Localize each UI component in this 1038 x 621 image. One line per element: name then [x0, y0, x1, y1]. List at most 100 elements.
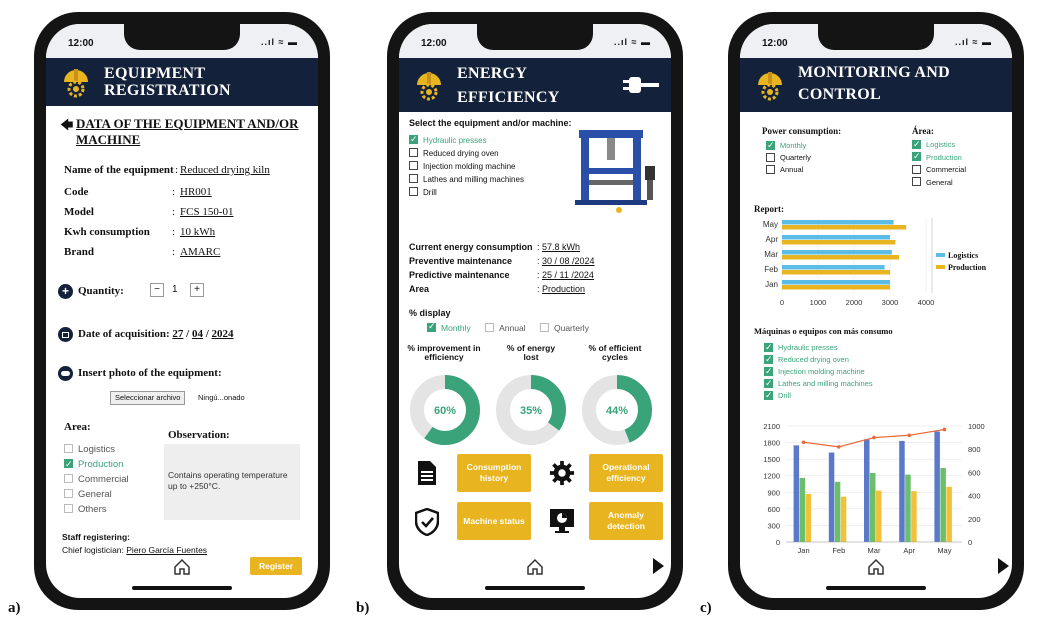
legend-swatch — [936, 265, 945, 269]
area-option[interactable]: Production — [912, 150, 966, 165]
next-arrow-icon[interactable] — [653, 558, 664, 574]
title-line-2: EFFICIENCY — [457, 89, 560, 106]
checkbox[interactable] — [539, 323, 549, 333]
consumption-history-button[interactable]: Consumption history — [457, 454, 531, 492]
x-tick-label: 2000 — [846, 298, 863, 307]
option-label: Injection molding machine — [423, 162, 516, 171]
donut-value-label: 44% — [606, 405, 628, 417]
display-option[interactable]: Annual — [485, 323, 526, 333]
phone-a: 12:00 ..ıl ≈ ▬ EQUIPMENT REGISTRATION 🡄 … — [34, 12, 330, 610]
next-arrow-icon[interactable] — [998, 558, 1009, 574]
bar-production — [782, 240, 896, 245]
observation-textarea[interactable]: Contains operating temperature up to +25… — [164, 444, 300, 520]
checkbox-checked[interactable] — [64, 457, 73, 472]
quantity-plus-button[interactable]: + — [190, 283, 204, 297]
date-month[interactable]: 04 — [192, 328, 203, 340]
y-category-label: Apr — [766, 235, 779, 244]
checkbox[interactable] — [64, 443, 73, 453]
area-option[interactable]: Production — [64, 457, 129, 472]
option-label: Monthly — [441, 323, 471, 333]
home-icon[interactable] — [867, 558, 885, 576]
file-select-button[interactable]: Seleccionar archivo — [110, 391, 186, 405]
checkbox-checked[interactable] — [764, 353, 773, 365]
area-option[interactable]: Others — [64, 502, 129, 517]
area-option[interactable]: Logistics — [64, 442, 129, 457]
date-row: Date of acquisition: 27 / 04 / 2024 — [78, 328, 234, 340]
machine-option[interactable]: Lathes and milling machines — [764, 377, 873, 390]
checkbox[interactable] — [409, 148, 418, 158]
anomaly-detection-button[interactable]: Anomaly detection — [589, 502, 663, 540]
machine-option[interactable]: Lathes and milling machines — [409, 173, 524, 186]
shield-check-icon — [415, 508, 439, 536]
area-options: Logistics Production Commercial General … — [64, 442, 129, 517]
home-icon[interactable] — [526, 558, 544, 576]
field-value: AMARC — [180, 246, 221, 258]
date-day[interactable]: 27 — [172, 328, 183, 340]
checkbox[interactable] — [409, 161, 418, 171]
machines-label: Máquinas o equipos con más consumo — [754, 326, 893, 336]
section-title: DATA OF THE EQUIPMENT AND/OR MACHINE — [76, 116, 299, 147]
machine-option[interactable]: Hydraulic presses — [409, 133, 524, 147]
option-label: General — [78, 489, 112, 500]
checkbox[interactable] — [64, 503, 73, 513]
checkbox-checked[interactable] — [427, 321, 436, 333]
app-header: MONITORING AND CONTROL — [740, 58, 1012, 112]
checkbox[interactable] — [409, 187, 418, 197]
line-point — [801, 440, 806, 445]
machine-option[interactable]: Injection molding machine — [764, 365, 873, 378]
observation-label: Observation: — [168, 429, 230, 441]
checkbox-checked[interactable] — [912, 138, 921, 150]
bar-series-1 — [864, 439, 870, 542]
home-icon[interactable] — [173, 558, 191, 576]
field-label: Code — [64, 186, 89, 198]
title-line-1: ENERGY — [457, 65, 528, 82]
machine-option[interactable]: Reduced drying oven — [409, 147, 524, 160]
checkbox-checked[interactable] — [912, 150, 921, 163]
power-option[interactable]: Monthly — [766, 139, 811, 152]
checkbox[interactable] — [766, 152, 775, 162]
status-time: 12:00 — [421, 38, 447, 49]
area-option[interactable]: General — [912, 177, 966, 190]
checkbox-checked[interactable] — [764, 377, 773, 389]
register-button[interactable]: Register — [250, 557, 302, 575]
checkbox-checked[interactable] — [409, 133, 418, 146]
date-year[interactable]: 2024 — [212, 328, 234, 340]
checkbox-checked[interactable] — [764, 389, 773, 401]
checkbox[interactable] — [766, 164, 775, 174]
display-option[interactable]: Monthly — [427, 321, 471, 333]
y-left-tick-label: 0 — [776, 538, 780, 547]
machine-option[interactable]: Drill — [764, 389, 873, 402]
operational-efficiency-button[interactable]: Operational efficiency — [589, 454, 663, 492]
screen-equipment-registration: 12:00 ..ıl ≈ ▬ EQUIPMENT REGISTRATION 🡄 … — [46, 24, 318, 598]
machine-option[interactable]: Drill — [409, 186, 524, 199]
bar-logistics — [782, 220, 894, 225]
quantity-minus-button[interactable]: − — [150, 283, 164, 297]
area-option[interactable]: General — [64, 487, 129, 502]
checkbox[interactable] — [64, 488, 73, 498]
machine-option[interactable]: Reduced drying oven — [764, 353, 873, 366]
checkbox[interactable] — [912, 164, 921, 174]
quantity-value[interactable]: 1 — [172, 284, 178, 295]
power-option[interactable]: Annual — [766, 164, 811, 176]
machine-option[interactable]: Injection molding machine — [409, 160, 524, 173]
display-option[interactable]: Quarterly — [539, 323, 589, 333]
machine-status-button[interactable]: Machine status — [457, 502, 531, 540]
checkbox-checked[interactable] — [766, 139, 775, 151]
legend-swatch — [936, 253, 945, 257]
checkbox[interactable] — [64, 473, 73, 483]
checkbox[interactable] — [912, 177, 921, 187]
area-option[interactable]: Commercial — [64, 472, 129, 487]
power-option[interactable]: Quarterly — [766, 152, 811, 164]
checkbox[interactable] — [409, 174, 418, 184]
checkbox-checked[interactable] — [764, 365, 773, 377]
checkbox-checked[interactable] — [764, 341, 773, 353]
colon: : — [172, 206, 176, 218]
checkbox[interactable] — [485, 323, 495, 333]
document-icon — [418, 461, 436, 485]
option-label: Drill — [778, 391, 791, 400]
back-arrow-icon[interactable]: 🡄 — [60, 116, 73, 138]
donut-value-label: 60% — [434, 405, 456, 417]
area-option[interactable]: Commercial — [912, 164, 966, 177]
y-left-tick-label: 600 — [767, 505, 780, 514]
machine-option[interactable]: Hydraulic presses — [764, 341, 873, 354]
